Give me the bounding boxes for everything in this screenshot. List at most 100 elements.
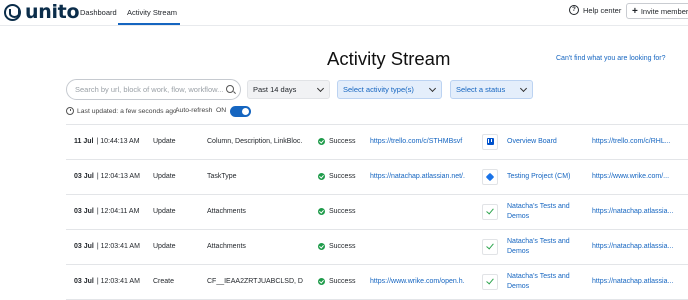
- success-icon: [318, 208, 325, 215]
- help-center-link[interactable]: ? Help center: [569, 5, 621, 15]
- history-icon: [66, 107, 74, 115]
- row-status-label: Success: [329, 138, 356, 145]
- row-destination-url[interactable]: https://natachap.atlassia...: [592, 195, 688, 228]
- row-action: Update: [153, 138, 176, 145]
- row-fields: CF__IEAA2ZRTJUABCLSD, De...: [207, 278, 303, 285]
- row-status: Success: [318, 265, 368, 298]
- table-row[interactable]: 03 Jul | 12:03:41 AM Create CF__IEAA2ZRTJ…: [66, 265, 688, 300]
- chevron-down-icon: [428, 84, 437, 93]
- success-icon: [318, 138, 325, 145]
- logo-text: unito: [25, 1, 80, 23]
- success-icon: [318, 243, 325, 250]
- activity-type-select[interactable]: Select activity type(s): [337, 80, 442, 99]
- row-status: Success: [318, 230, 368, 263]
- row-time: | 10:44:13 AM: [96, 138, 140, 145]
- row-datetime: 03 Jul | 12:04:11 AM: [74, 195, 149, 228]
- status-value: Select a status: [456, 85, 506, 94]
- check-icon: [482, 273, 498, 290]
- unito-logo[interactable]: unito: [4, 1, 80, 23]
- unito-logo-icon: [4, 3, 21, 21]
- row-source-link[interactable]: https://natachap.atlassian.net/...: [370, 160, 465, 193]
- row-action: Update: [153, 243, 176, 250]
- date-range-select[interactable]: Past 14 days: [247, 80, 330, 99]
- row-destination-url[interactable]: https://www.wrike.com/...: [592, 160, 688, 193]
- row-datetime: 03 Jul | 12:03:41 AM: [74, 265, 149, 298]
- row-time: | 12:04:11 AM: [96, 208, 140, 215]
- row-status-label: Success: [329, 173, 356, 180]
- row-action: Update: [153, 208, 176, 215]
- row-time: | 12:03:41 AM: [96, 278, 140, 285]
- row-destination-link[interactable]: Overview Board: [507, 125, 579, 158]
- auto-refresh-label: Auto-refresh: [175, 107, 213, 114]
- search-placeholder: Search by url, block of work, flow, work…: [75, 85, 224, 94]
- row-app-icon: [482, 160, 498, 193]
- trello-icon: [482, 133, 498, 150]
- row-date: 03 Jul: [74, 173, 94, 180]
- row-date: 03 Jul: [74, 243, 94, 250]
- row-destination-link[interactable]: Natacha's Tests and Demos: [507, 195, 579, 228]
- row-status-label: Success: [329, 243, 356, 250]
- last-updated: Last updated: a few seconds ago: [66, 107, 177, 115]
- row-fields: Attachments: [207, 243, 246, 250]
- search-icon: [226, 85, 234, 93]
- row-date: 03 Jul: [74, 208, 94, 215]
- success-icon: [318, 173, 325, 180]
- row-source-link[interactable]: https://trello.com/c/STHMBsvf: [370, 125, 465, 158]
- date-range-value: Past 14 days: [253, 85, 297, 94]
- chevron-down-icon: [519, 84, 528, 93]
- nav-activity-stream[interactable]: Activity Stream: [127, 0, 177, 24]
- row-time: | 12:03:41 AM: [96, 243, 140, 250]
- row-datetime: 03 Jul | 12:04:13 AM: [74, 160, 149, 193]
- last-updated-text: Last updated: a few seconds ago: [77, 107, 177, 115]
- chevron-down-icon: [316, 84, 325, 93]
- row-app-icon: [482, 125, 498, 158]
- row-status: Success: [318, 160, 368, 193]
- question-icon: ?: [569, 5, 579, 15]
- check-icon: [482, 203, 498, 220]
- page-title: Activity Stream: [327, 48, 451, 69]
- row-status: Success: [318, 195, 368, 228]
- search-input[interactable]: Search by url, block of work, flow, work…: [66, 79, 241, 100]
- row-action: Update: [153, 173, 176, 180]
- table-row[interactable]: 03 Jul | 12:04:11 AM Update Attachments S…: [66, 195, 688, 230]
- row-action: Create: [153, 278, 175, 285]
- row-fields: TaskType: [207, 173, 237, 180]
- row-datetime: 03 Jul | 12:03:41 AM: [74, 230, 149, 263]
- table-row[interactable]: 03 Jul | 12:03:41 AM Update Attachments S…: [66, 230, 688, 265]
- row-source-link[interactable]: [370, 230, 465, 263]
- table-row[interactable]: 11 Jul | 10:44:13 AM Update Column, Descr…: [66, 124, 688, 160]
- header-divider: [0, 25, 688, 26]
- row-status-label: Success: [329, 278, 356, 285]
- invite-members-button[interactable]: + Invite members: [626, 3, 688, 19]
- wrike-icon: [482, 168, 498, 185]
- row-source-link[interactable]: [370, 195, 465, 228]
- status-select[interactable]: Select a status: [450, 80, 533, 99]
- check-icon: [482, 238, 498, 255]
- auto-refresh-state: ON: [216, 107, 227, 114]
- row-destination-url[interactable]: https://natachap.atlassia...: [592, 230, 688, 263]
- row-status: Success: [318, 125, 368, 158]
- row-destination-link[interactable]: Testing Project (CM): [507, 160, 579, 193]
- row-source-link[interactable]: https://www.wrike.com/open.h...: [370, 265, 465, 298]
- row-destination-link[interactable]: Natacha's Tests and Demos: [507, 265, 579, 298]
- top-navigation-bar: unito Dashboard Activity Stream ? Help c…: [0, 0, 688, 25]
- auto-refresh-toggle[interactable]: [230, 106, 251, 117]
- row-app-icon: [482, 195, 498, 228]
- nav-dashboard[interactable]: Dashboard: [80, 0, 117, 24]
- row-destination-url[interactable]: https://trello.com/c/RHL...: [592, 125, 688, 158]
- row-datetime: 11 Jul | 10:44:13 AM: [74, 125, 149, 158]
- table-row[interactable]: 03 Jul | 12:04:13 AM Update TaskType Succ…: [66, 160, 688, 195]
- row-fields: Attachments: [207, 208, 246, 215]
- activity-type-value: Select activity type(s): [343, 85, 414, 94]
- row-date: 11 Jul: [74, 138, 94, 145]
- row-status-label: Success: [329, 208, 356, 215]
- cant-find-link[interactable]: Can't find what you are looking for?: [556, 55, 666, 62]
- row-destination-link[interactable]: Natacha's Tests and Demos: [507, 230, 579, 263]
- invite-members-label: Invite members: [640, 6, 688, 16]
- row-app-icon: [482, 230, 498, 263]
- plus-icon: +: [632, 5, 638, 17]
- row-destination-url[interactable]: https://natachap.atlassia...: [592, 265, 688, 298]
- row-app-icon: [482, 265, 498, 298]
- activity-table: 11 Jul | 10:44:13 AM Update Column, Descr…: [66, 124, 688, 300]
- row-time: | 12:04:13 AM: [96, 173, 140, 180]
